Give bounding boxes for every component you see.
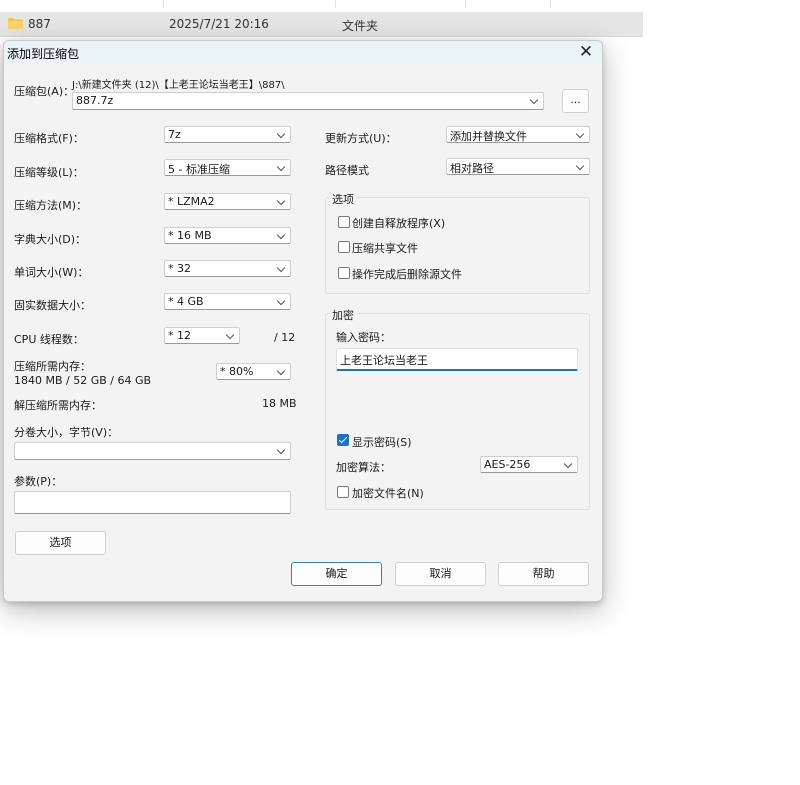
level-label: 压缩等级(L)： [14,166,84,179]
format-label: 压缩格式(F)： [14,132,84,145]
dialog-titlebar[interactable]: 添加到压缩包 ✕ [4,41,602,63]
explorer-file-date: 2025/7/21 20:16 [169,17,269,31]
chevron-down-icon [276,263,286,273]
browse-button[interactable]: ... [562,89,589,113]
options-group-title: 选项 [330,191,356,207]
cpu-label: CPU 线程数： [14,333,84,346]
solid-label: 固实数据大小： [14,299,91,312]
add-to-archive-dialog: 添加到压缩包 ✕ 压缩包(A)： J:\新建文件夹 (12)\【上老王论坛当老王… [3,40,603,602]
volume-combo[interactable] [14,442,291,460]
sfx-label: 创建自释放程序(X) [352,217,446,230]
dict-value: * 16 MB [168,229,212,242]
cpu-total: / 12 [274,331,296,344]
delete-checkbox[interactable] [338,267,350,279]
password-label: 输入密码： [336,331,391,344]
decomp-value: 18 MB [262,397,297,410]
explorer-column-dividers [0,0,643,8]
level-select[interactable]: 5 - 标准压缩 [164,159,291,176]
chevron-down-icon [276,366,286,376]
chevron-down-icon [276,162,286,172]
chevron-down-icon [276,196,286,206]
cpu-select[interactable]: * 12 [164,327,240,344]
chevron-down-icon [225,330,235,340]
chevron-down-icon [276,296,286,306]
encryption-group-title: 加密 [330,307,356,323]
method-select[interactable]: * LZMA2 [164,193,291,210]
show-password-label: 显示密码(S) [352,436,412,449]
explorer-file-name: 887 [28,17,51,31]
method-value: * LZMA2 [168,195,215,208]
mem-value: 1840 MB / 52 GB / 64 GB [14,374,152,387]
archive-name-combo[interactable]: 887.7z [72,92,544,110]
solid-select[interactable]: * 4 GB [164,293,291,310]
shared-label: 压缩共享文件 [352,242,418,255]
decomp-label: 解压缩所需内存： [14,399,102,412]
format-value: 7z [168,128,181,141]
method-label: 压缩方法(M)： [14,199,88,212]
word-select[interactable]: * 32 [164,260,291,277]
ok-button[interactable]: 确定 [291,562,382,586]
show-password-checkbox[interactable] [337,434,349,446]
password-input[interactable]: 上老王论坛当老王 [336,348,578,371]
delete-label: 操作完成后删除源文件 [352,268,462,281]
algo-label: 加密算法： [336,461,391,474]
mem-percent-select[interactable]: * 80% [216,363,291,380]
dialog-title: 添加到压缩包 [7,47,80,61]
explorer-file-type: 文件夹 [342,19,379,33]
format-select[interactable]: 7z [164,126,291,143]
update-value: 添加并替换文件 [450,130,527,143]
path-value: 相对路径 [450,162,494,175]
cpu-value: * 12 [168,329,191,342]
chevron-down-icon [575,161,585,171]
chevron-down-icon [575,129,585,139]
volume-label: 分卷大小，字节(V)： [14,426,119,439]
word-label: 单词大小(W)： [14,266,89,279]
chevron-down-icon [563,459,573,469]
sfx-checkbox[interactable] [338,216,350,228]
mem-percent-value: * 80% [220,365,254,378]
dict-select[interactable]: * 16 MB [164,227,291,244]
level-value: 5 - 标准压缩 [168,163,230,176]
options-button[interactable]: 选项 [15,531,106,555]
path-select[interactable]: 相对路径 [446,158,590,175]
archive-name-value: 887.7z [76,94,114,107]
explorer-file-row[interactable]: 887 2025/7/21 20:16 文件夹 [0,12,643,37]
update-select[interactable]: 添加并替换文件 [446,126,590,143]
cancel-button[interactable]: 取消 [395,562,486,586]
path-label: 路径模式 [325,164,369,177]
params-input[interactable] [14,491,291,514]
solid-value: * 4 GB [168,295,204,308]
encrypt-names-checkbox[interactable] [337,486,349,498]
chevron-down-icon [276,230,286,240]
chevron-down-icon [276,445,286,455]
chevron-down-icon [529,95,539,105]
chevron-down-icon [276,129,286,139]
algo-select[interactable]: AES-256 [480,456,578,473]
help-button[interactable]: 帮助 [498,562,589,586]
encrypt-names-label: 加密文件名(N) [352,487,424,500]
dict-label: 字典大小(D)： [14,233,87,246]
password-value: 上老王论坛当老王 [340,354,428,367]
close-icon[interactable]: ✕ [576,42,596,62]
folder-icon [8,18,23,29]
archive-label: 压缩包(A)： [14,85,75,98]
mem-label: 压缩所需内存： [14,360,91,373]
word-value: * 32 [168,262,191,275]
algo-value: AES-256 [484,458,531,471]
shared-checkbox[interactable] [338,241,350,253]
archive-path: J:\新建文件夹 (12)\【上老王论坛当老王】\887\ [72,80,285,91]
params-label: 参数(P)： [14,475,63,488]
update-label: 更新方式(U)： [325,132,397,145]
